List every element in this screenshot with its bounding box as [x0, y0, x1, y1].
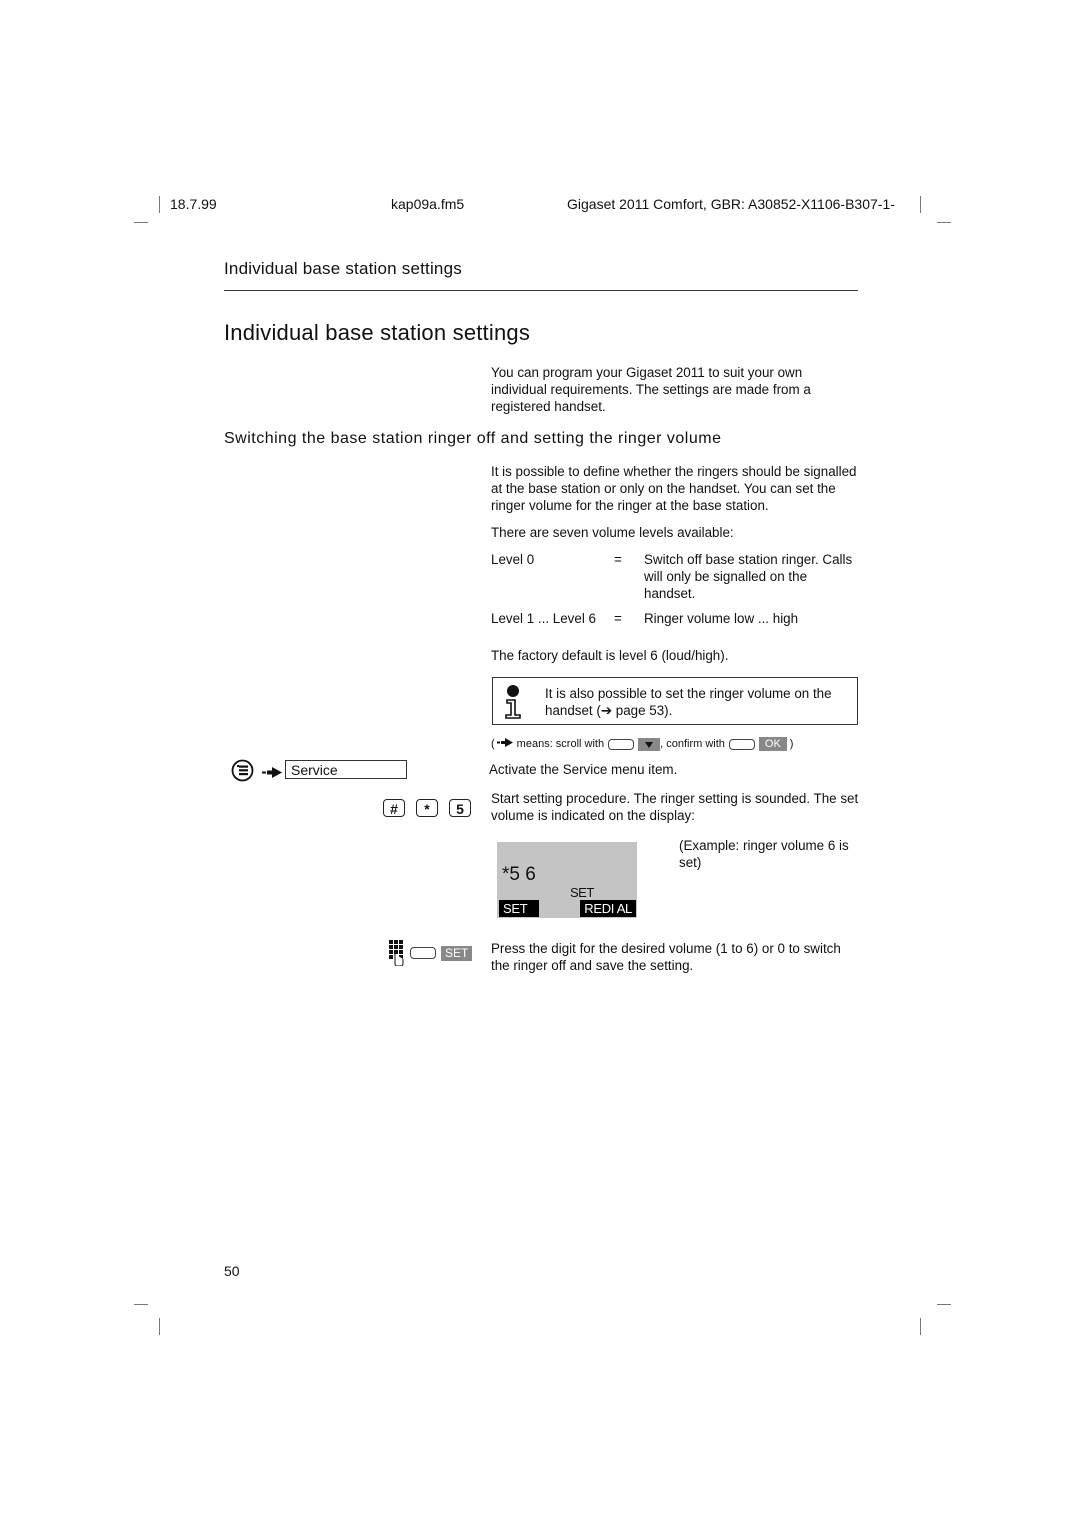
- page-number: 50: [224, 1263, 240, 1279]
- level-row: Level 1 ... Level 6 = Ringer volume low …: [491, 610, 859, 628]
- info-icon: [502, 684, 524, 725]
- set-softkey[interactable]: SET: [441, 946, 473, 961]
- crop-mark: [159, 196, 160, 213]
- header-file: kap09a.fm5: [391, 196, 465, 212]
- level-row: Level 0 = Switch off base station ringer…: [491, 551, 859, 603]
- softkey-blank-icon: [608, 738, 635, 750]
- display-line-1: *5 6: [502, 864, 536, 885]
- factory-default: The factory default is level 6 (loud/hig…: [491, 648, 729, 663]
- display-softkey-redial[interactable]: REDI AL: [580, 900, 636, 917]
- hash-key[interactable]: #: [383, 799, 405, 817]
- keypad-icon: [389, 940, 405, 971]
- level-eq: =: [614, 552, 622, 567]
- level-key: Level 0: [491, 552, 535, 567]
- crop-mark: [937, 1304, 951, 1305]
- level-value: Ringer volume low ... high: [644, 611, 799, 626]
- crop-mark: [159, 1318, 160, 1335]
- levels-intro: There are seven volume levels available:: [491, 525, 734, 540]
- menu-item-service[interactable]: Service: [285, 760, 407, 779]
- crop-mark: [134, 1304, 148, 1305]
- star-key-label: *: [424, 801, 430, 817]
- legend-confirm-text: , confirm with: [660, 738, 725, 750]
- header-date: 18.7.99: [170, 196, 217, 212]
- crop-mark: [920, 1318, 921, 1335]
- arrow-icon: [496, 738, 513, 750]
- info-note: It is also possible to set the ringer vo…: [492, 677, 858, 725]
- handset-display: *5 6 SET SET REDI AL: [497, 842, 637, 918]
- five-key-label: 5: [456, 801, 464, 817]
- display-caption: (Example: ringer volume 6 is set): [679, 838, 849, 870]
- section-title: Individual base station settings: [224, 320, 531, 345]
- crop-mark: [134, 222, 148, 223]
- crop-mark: [920, 196, 921, 213]
- star-key[interactable]: *: [416, 799, 438, 817]
- level-key: Level 1 ... Level 6: [491, 611, 596, 626]
- five-key[interactable]: 5: [449, 799, 471, 817]
- display-line-2: SET: [570, 885, 594, 900]
- hash-key-label: #: [390, 801, 398, 817]
- legend-paren: ): [789, 738, 794, 750]
- softkey-blank-icon: [728, 738, 755, 750]
- legend-scroll-text: means: scroll with: [516, 738, 605, 750]
- display-softkey-set[interactable]: SET: [499, 900, 539, 917]
- menu-key-icon: [231, 759, 254, 787]
- header-product: Gigaset 2011 Comfort, GBR: A30852-X1106-…: [567, 196, 895, 212]
- scroll-down-key-icon: [638, 737, 661, 751]
- navigation-legend: ( means: scroll with , confirm with OK ): [491, 737, 793, 751]
- legend-paren: (: [491, 738, 495, 750]
- arrow-icon: [262, 765, 282, 783]
- subsection-intro: It is possible to define whether the rin…: [491, 464, 857, 513]
- intro-paragraph: You can program your Gigaset 2011 to sui…: [491, 365, 811, 414]
- running-title: Individual base station settings: [224, 259, 462, 278]
- header-rule: [224, 290, 858, 291]
- crop-mark: [937, 222, 951, 223]
- level-eq: =: [614, 611, 622, 626]
- step-text: Activate the Service menu item.: [489, 762, 678, 777]
- ok-key-icon: OK: [758, 737, 787, 751]
- note-text: It is also possible to set the ringer vo…: [545, 686, 832, 718]
- softkey-blank-icon: [410, 947, 436, 959]
- step-text: Press the digit for the desired volume (…: [491, 941, 841, 973]
- subsection-title: Switching the base station ringer off an…: [224, 430, 722, 447]
- level-value: Switch off base station ringer. Calls wi…: [644, 552, 853, 601]
- step-text: Start setting procedure. The ringer sett…: [491, 791, 859, 823]
